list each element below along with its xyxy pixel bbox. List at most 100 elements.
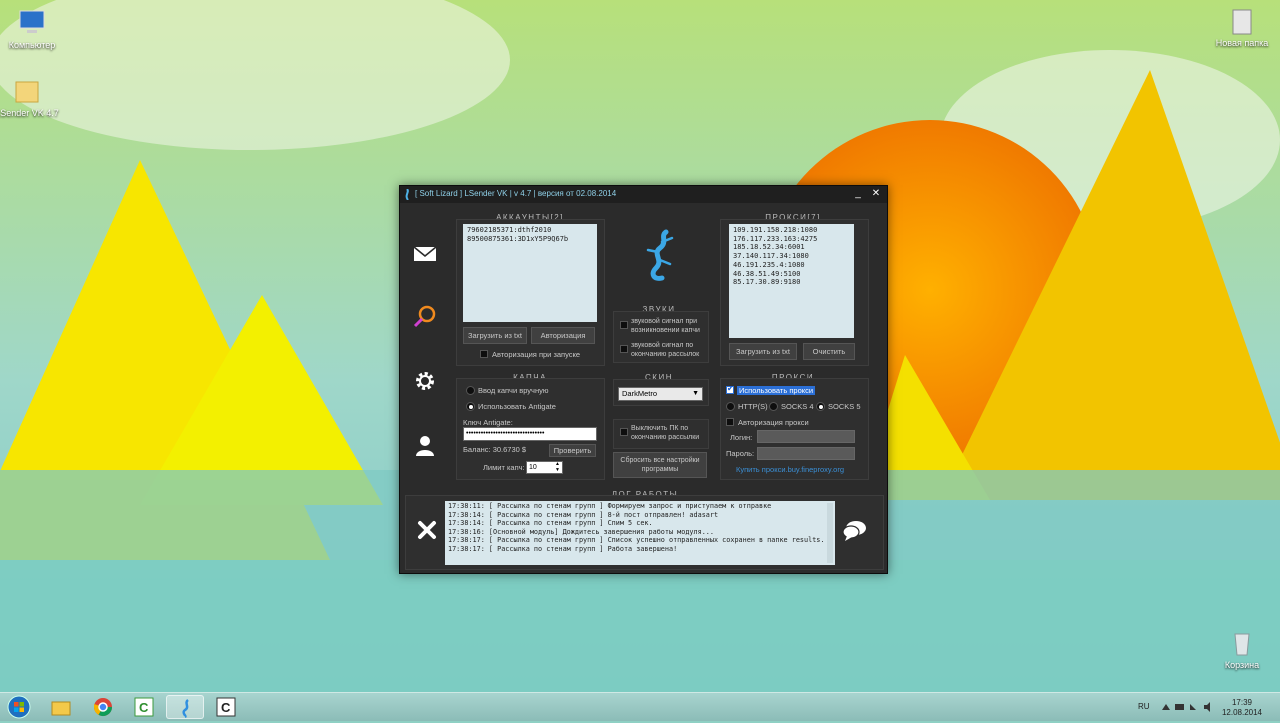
gear-icon[interactable] bbox=[412, 368, 438, 394]
http-radio[interactable] bbox=[726, 402, 735, 411]
mail-icon[interactable] bbox=[412, 241, 438, 267]
log-box[interactable]: 17:38:11: [ Рассылка по стенам групп ] Ф… bbox=[445, 501, 835, 565]
log-line: 17:38:11: [ Рассылка по стенам групп ] Ф… bbox=[448, 502, 772, 510]
captcha-limit-label: Лимит капч: bbox=[483, 463, 525, 472]
desktop-icon-computer[interactable]: Компьютер bbox=[0, 8, 64, 50]
desktop-icon-new-folder[interactable]: Новая папка bbox=[1210, 6, 1274, 48]
chat-icon[interactable] bbox=[842, 518, 868, 542]
sound-finish-label: звуковой сигнал по окончанию рассылок bbox=[631, 342, 700, 358]
log-line: 17:38:17: [ Рассылка по стенам групп ] Р… bbox=[448, 544, 678, 553]
taskbar-lsender[interactable] bbox=[166, 695, 204, 719]
captcha-antigate-label: Использовать Antigate bbox=[478, 402, 556, 411]
antigate-key-input[interactable]: •••••••••••••••••••••••••••••••• bbox=[463, 427, 597, 441]
check-balance-button[interactable]: Проверить bbox=[549, 444, 596, 457]
shutdown-checkbox[interactable] bbox=[620, 428, 628, 436]
checkmark-icon: ✔ bbox=[727, 384, 734, 393]
sound-captcha-checkbox[interactable] bbox=[620, 321, 628, 329]
desktop-icon-label: Новая папка bbox=[1215, 38, 1269, 48]
socks5-label: SOCKS 5 bbox=[828, 402, 861, 411]
log-line: 17:38:17: [ Рассылка по стенам групп ] С… bbox=[448, 536, 825, 545]
accounts-auth-button[interactable]: Авторизация bbox=[531, 327, 595, 344]
folder-icon bbox=[51, 701, 71, 716]
skin-select-value: DarkMetro bbox=[622, 389, 658, 398]
svg-text:C: C bbox=[221, 700, 231, 715]
desktop-icon-label: Компьютер bbox=[8, 40, 56, 50]
close-button[interactable]: ✕ bbox=[868, 187, 884, 201]
proxy-load-button[interactable]: Загрузить из txt bbox=[729, 343, 797, 360]
taskbar-explorer[interactable] bbox=[42, 695, 80, 719]
auth-on-start-checkbox[interactable] bbox=[480, 350, 488, 358]
accounts-load-button[interactable]: Загрузить из txt bbox=[463, 327, 527, 344]
use-proxy-checkbox[interactable]: ✔ bbox=[726, 384, 734, 394]
taskbar-camtasia[interactable]: C bbox=[125, 695, 163, 719]
clock[interactable]: 17:39 12.08.2014 bbox=[1222, 698, 1262, 718]
stepper-arrows-icon[interactable]: ▲ ▼ bbox=[555, 461, 560, 473]
language-indicator[interactable]: RU bbox=[1138, 702, 1150, 711]
folder-icon bbox=[1232, 9, 1252, 35]
accounts-list[interactable]: 79602185371:dthf2010 89500875361:3D1xY5P… bbox=[463, 224, 597, 322]
clock-date: 12.08.2014 bbox=[1221, 708, 1262, 717]
taskbar-camtasia-recorder[interactable]: C bbox=[207, 695, 245, 719]
balance-label: Баланс: 30.6730 $ bbox=[463, 445, 527, 454]
taskbar: C C RU 17:39 12.08.2014 bbox=[0, 692, 1280, 721]
use-proxy-label: Использовать прокси bbox=[737, 386, 816, 395]
accounts-list-text: 79602185371:dthf2010 89500875361:3D1xY5P… bbox=[467, 226, 569, 243]
lizard-icon bbox=[182, 699, 189, 719]
desktop-icon-lsender[interactable]: LSender VK 4.7 bbox=[0, 76, 59, 118]
antigate-key-label: Ключ Antigate: bbox=[463, 418, 513, 427]
auth-on-start-label: Авторизация при запуске bbox=[492, 350, 581, 359]
socks5-radio[interactable] bbox=[816, 402, 825, 411]
http-label: HTTP(S) bbox=[738, 402, 768, 411]
camtasia-icon: C bbox=[134, 697, 154, 717]
proxy-login-input[interactable] bbox=[757, 430, 855, 443]
log-line: 17:38:16: [Основной модуль] Дождитесь за… bbox=[448, 527, 714, 536]
socks4-radio[interactable] bbox=[769, 402, 778, 411]
desktop-icon-label: LSender VK 4.7 bbox=[0, 108, 59, 118]
captcha-manual-label: Ввод капчи вручную bbox=[478, 386, 549, 395]
search-icon[interactable] bbox=[412, 303, 438, 329]
captcha-limit-input[interactable]: 10 ▲ ▼ bbox=[526, 461, 563, 474]
skin-select[interactable]: DarkMetro ▼ bbox=[618, 387, 703, 401]
sound-finish-checkbox[interactable] bbox=[620, 345, 628, 353]
captcha-antigate-radio[interactable] bbox=[466, 402, 475, 411]
proxy-password-input[interactable] bbox=[757, 447, 855, 460]
proxy-login-label: Логин: bbox=[730, 433, 753, 442]
lsender-window: [ Soft Lizard ] LSender VK | v 4.7 | вер… bbox=[399, 185, 888, 574]
desktop-icon-label: Корзина bbox=[1224, 660, 1260, 670]
log-scrollbar[interactable] bbox=[827, 503, 833, 563]
window-title: [ Soft Lizard ] LSender VK | v 4.7 | вер… bbox=[415, 189, 617, 198]
tray-icons[interactable] bbox=[1160, 702, 1220, 712]
taskbar-chrome[interactable] bbox=[84, 695, 122, 719]
proxy-auth-label: Авторизация прокси bbox=[738, 418, 809, 427]
user-icon[interactable] bbox=[412, 432, 438, 458]
reset-settings-button[interactable]: Сбросить все настройки программы bbox=[613, 452, 707, 478]
chevron-down-icon: ▼ bbox=[692, 390, 699, 397]
folder-icon bbox=[15, 81, 39, 103]
minimize-button[interactable]: _ bbox=[850, 187, 866, 201]
buy-proxy-link[interactable]: Купить прокси.buy.fineproxy.org bbox=[736, 465, 844, 474]
lizard-small-icon bbox=[405, 189, 409, 200]
captcha-limit-value: 10 bbox=[529, 464, 537, 471]
clear-log-icon[interactable] bbox=[416, 519, 438, 541]
socks4-label: SOCKS 4 bbox=[781, 402, 814, 411]
svg-text:C: C bbox=[139, 700, 149, 715]
recycle-bin-icon bbox=[1234, 633, 1250, 656]
captcha-manual-radio[interactable] bbox=[466, 386, 475, 395]
chrome-icon bbox=[94, 698, 112, 717]
proxy-auth-checkbox[interactable] bbox=[726, 418, 734, 426]
desktop-icon-recycle-bin[interactable]: Корзина bbox=[1210, 628, 1274, 670]
clock-time: 17:39 bbox=[1231, 698, 1252, 707]
proxy-list-text: 109.191.158.218:1080 176.117.233.163:427… bbox=[733, 226, 818, 287]
computer-icon bbox=[19, 10, 45, 33]
log-line: 17:38:14: [ Рассылка по стенам групп ] 8… bbox=[448, 510, 719, 519]
log-line: 17:38:14: [ Рассылка по стенам групп ] С… bbox=[448, 519, 653, 528]
camtasia-icon: C bbox=[216, 697, 236, 717]
proxy-list[interactable]: 109.191.158.218:1080 176.117.233.163:427… bbox=[729, 224, 854, 338]
start-button-icon[interactable] bbox=[6, 695, 32, 719]
sound-captcha-label: звуковой сигнал при возникновении капчи bbox=[631, 318, 700, 334]
proxy-clear-button[interactable]: Очистить bbox=[803, 343, 855, 360]
shutdown-label: Выключить ПК по окончанию рассылки bbox=[631, 425, 700, 441]
window-titlebar[interactable]: [ Soft Lizard ] LSender VK | v 4.7 | вер… bbox=[400, 186, 887, 203]
lizard-logo bbox=[646, 229, 674, 281]
proxy-password-label: Пароль: bbox=[726, 449, 755, 458]
